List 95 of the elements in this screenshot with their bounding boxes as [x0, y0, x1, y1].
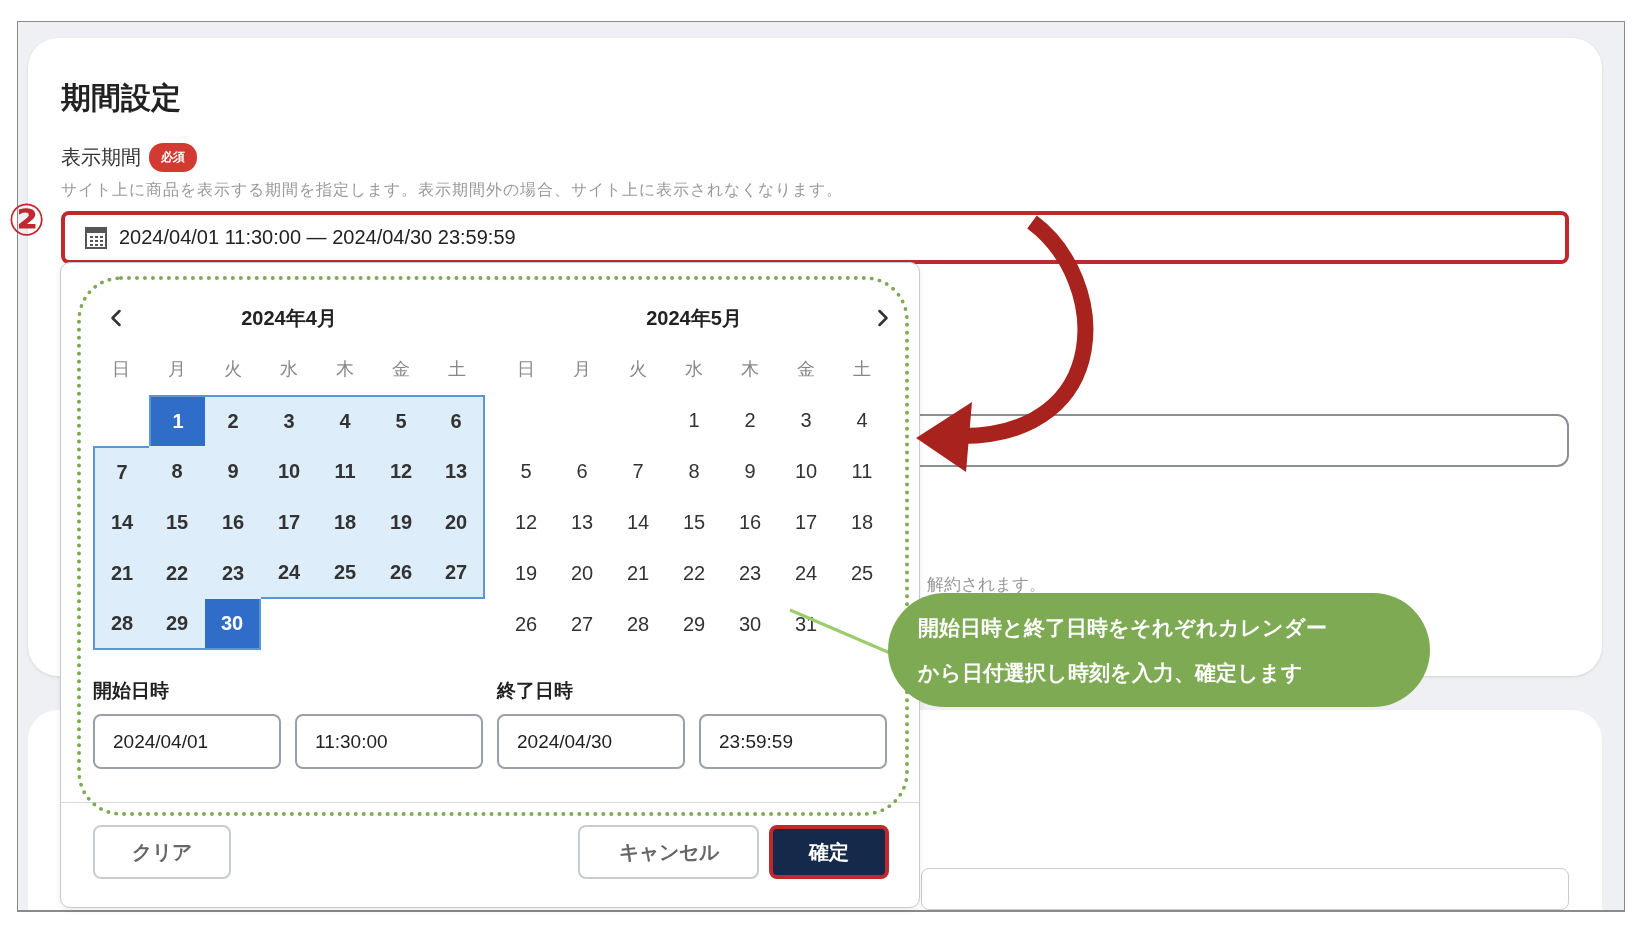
calendar-day[interactable]: 17 — [778, 497, 834, 548]
calendar-day[interactable]: 26 — [373, 548, 429, 599]
calendar-day[interactable]: 5 — [498, 446, 554, 497]
weekday-label: 水 — [684, 358, 704, 381]
date-input[interactable]: 2024/04/01 — [93, 714, 281, 769]
calendar-day[interactable]: 11 — [317, 446, 373, 497]
calendar-day[interactable]: 6 — [429, 395, 485, 446]
field-description: サイト上に商品を表示する期間を指定します。表示期間外の場合、サイト上に表示されなくなります。 — [61, 180, 844, 200]
calendar-day[interactable]: 18 — [834, 497, 890, 548]
calendar-day[interactable]: 17 — [261, 497, 317, 548]
field-label: 表示期間 — [61, 145, 141, 170]
calendar-day[interactable]: 21 — [93, 548, 149, 599]
weekday-label: 水 — [279, 358, 299, 381]
datetime-label: 開始日時 — [93, 679, 170, 703]
calendar-day[interactable]: 25 — [317, 548, 373, 599]
calendar-day[interactable]: 22 — [149, 548, 205, 599]
calendar-day[interactable]: 18 — [317, 497, 373, 548]
calendar-day[interactable]: 14 — [93, 497, 149, 548]
calendar-day[interactable]: 20 — [554, 548, 610, 599]
calendar-day[interactable]: 26 — [498, 599, 554, 650]
calendar-day[interactable]: 22 — [666, 548, 722, 599]
calendar-day[interactable]: 27 — [429, 548, 485, 599]
calendar-day[interactable]: 14 — [610, 497, 666, 548]
calendar-day[interactable]: 3 — [261, 395, 317, 446]
calendar-day[interactable]: 16 — [722, 497, 778, 548]
calendar-day[interactable]: 2 — [722, 395, 778, 446]
help-text: 解約されます。 — [927, 574, 1046, 596]
weekday-label: 木 — [335, 358, 355, 381]
calendar-day[interactable]: 8 — [666, 446, 722, 497]
weekday-label: 月 — [572, 358, 592, 381]
calendar-day[interactable]: 1 — [666, 395, 722, 446]
calendar-day[interactable]: 11 — [834, 446, 890, 497]
calendar-day[interactable]: 16 — [205, 497, 261, 548]
step-marker: ② — [8, 198, 46, 242]
calendar-day[interactable]: 4 — [834, 395, 890, 446]
calendar-day[interactable]: 20 — [429, 497, 485, 548]
time-input[interactable]: 23:59:59 — [699, 714, 887, 769]
calendar-day[interactable]: 10 — [778, 446, 834, 497]
weekday-label: 金 — [391, 358, 411, 381]
datetime-label: 終了日時 — [497, 679, 574, 703]
weekday-label: 金 — [796, 358, 816, 381]
weekday-label: 月 — [167, 358, 187, 381]
calendar-day[interactable]: 19 — [373, 497, 429, 548]
callout-text: から日付選択し時刻を入力、確定します — [918, 659, 1304, 686]
calendar-day[interactable]: 21 — [610, 548, 666, 599]
calendar-day[interactable]: 28 — [610, 599, 666, 650]
calendar-day[interactable]: 27 — [554, 599, 610, 650]
calendar-day[interactable]: 24 — [261, 548, 317, 599]
time-input[interactable]: 11:30:00 — [295, 714, 483, 769]
calendar-day[interactable]: 15 — [666, 497, 722, 548]
calendar-day[interactable]: 4 — [317, 395, 373, 446]
calendar-day[interactable]: 30 — [722, 599, 778, 650]
calendar-day[interactable]: 29 — [666, 599, 722, 650]
calendar-day[interactable]: 6 — [554, 446, 610, 497]
month-title: 2024年5月 — [646, 305, 742, 331]
calendar-day[interactable]: 8 — [149, 446, 205, 497]
weekday-label: 土 — [852, 358, 872, 381]
calendar-day[interactable]: 29 — [149, 599, 205, 650]
calendar-day[interactable]: 7 — [610, 446, 666, 497]
calendar-day[interactable]: 30 — [205, 599, 261, 650]
calendar-day[interactable]: 19 — [498, 548, 554, 599]
month-title: 2024年4月 — [241, 305, 337, 331]
callout-text: 開始日時と終了日時をそれぞれカレンダー — [918, 614, 1328, 641]
calendar-day[interactable]: 15 — [149, 497, 205, 548]
required-badge: 必須 — [149, 143, 197, 172]
section-title: 期間設定 — [61, 80, 182, 116]
calendar-day[interactable]: 23 — [722, 548, 778, 599]
calendar-day[interactable]: 28 — [93, 599, 149, 650]
cancel-button[interactable]: キャンセル — [578, 825, 759, 879]
calendar-day[interactable]: 25 — [834, 548, 890, 599]
input-field[interactable] — [921, 868, 1569, 910]
calendar-day[interactable]: 13 — [429, 446, 485, 497]
calendar-day[interactable]: 12 — [498, 497, 554, 548]
calendar-day[interactable]: 5 — [373, 395, 429, 446]
weekday-label: 火 — [628, 358, 648, 381]
confirm-button[interactable]: 確定 — [769, 825, 889, 879]
date-input[interactable]: 2024/04/30 — [497, 714, 685, 769]
calendar-day[interactable]: 10 — [261, 446, 317, 497]
calendar-day[interactable]: 9 — [722, 446, 778, 497]
clear-button[interactable]: クリア — [93, 825, 231, 879]
calendar-day[interactable]: 9 — [205, 446, 261, 497]
calendar-day[interactable]: 24 — [778, 548, 834, 599]
calendar-day[interactable]: 13 — [554, 497, 610, 548]
calendar-day[interactable]: 2 — [205, 395, 261, 446]
weekday-label: 日 — [516, 358, 536, 381]
calendar-day[interactable]: 3 — [778, 395, 834, 446]
calendar-icon — [85, 226, 107, 249]
weekday-label: 火 — [223, 358, 243, 381]
calendar-day[interactable]: 7 — [93, 446, 149, 497]
weekday-label: 木 — [740, 358, 760, 381]
calendar-day[interactable]: 12 — [373, 446, 429, 497]
weekday-label: 日 — [111, 358, 131, 381]
calendar-day[interactable]: 23 — [205, 548, 261, 599]
calendar-day[interactable]: 1 — [149, 395, 205, 446]
weekday-label: 土 — [447, 358, 467, 381]
